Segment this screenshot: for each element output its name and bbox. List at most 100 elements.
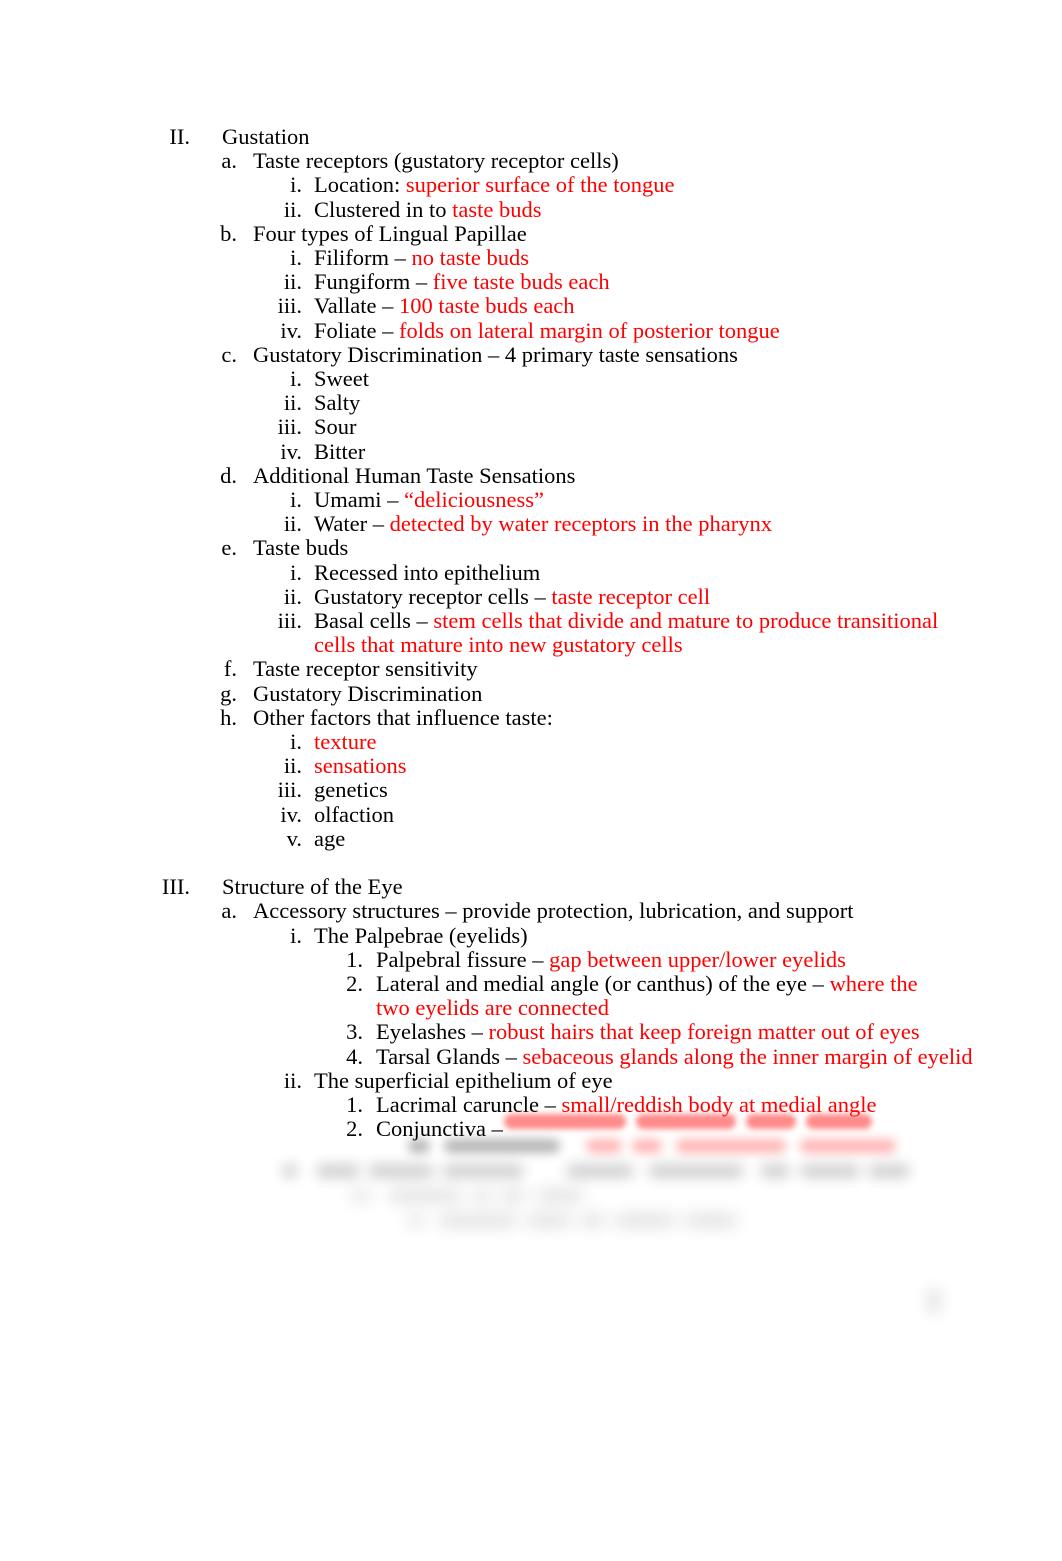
- blurred-text-line: [0, 1181, 1062, 1205]
- list-marker: iv.: [280, 801, 302, 827]
- outline-text-annotation: taste buds: [452, 196, 542, 222]
- blurred-word: [500, 1188, 526, 1202]
- outline-text: age: [314, 825, 346, 851]
- outline-item-level1: III. Structure of the Eye: [0, 874, 1062, 900]
- outline-item-level3: i. Sweet: [0, 366, 1062, 392]
- list-marker: g.: [220, 680, 237, 706]
- outline-text-black: Eyelashes –: [376, 1019, 489, 1045]
- list-marker: i.: [290, 922, 302, 948]
- outline-text: Taste receptor sensitivity: [253, 656, 478, 682]
- outline-text: Lateral and medial angle (or canthus) of…: [376, 971, 932, 1020]
- blurred-word: [352, 1188, 370, 1202]
- outline-text-black: Palpebral fissure –: [376, 946, 550, 972]
- outline-item-level1: II. Gustation: [0, 124, 1062, 149]
- list-marker: i.: [290, 245, 302, 271]
- blurred-text-line: [0, 1205, 1062, 1229]
- list-marker: iii.: [277, 608, 302, 634]
- outline-text: Clustered in to taste buds: [314, 196, 1062, 222]
- outline-text: The superficial epithelium of eye: [314, 1067, 613, 1093]
- blurred-word: [526, 1213, 572, 1227]
- list-marker: 3.: [346, 1019, 363, 1045]
- list-marker: i.: [290, 366, 302, 392]
- blurred-text-line: [0, 1156, 1062, 1180]
- outline-text: Gustation: [222, 124, 310, 149]
- outline-text: Palpebral fissure – gap between upper/lo…: [376, 946, 1062, 972]
- list-marker: 1.: [346, 946, 363, 972]
- list-marker: 4.: [346, 1043, 363, 1069]
- outline-item-level3: iv. olfaction: [0, 801, 1062, 827]
- outline-item-level2: h. Other factors that influence taste:: [0, 704, 1062, 730]
- outline-text: Foliate – folds on lateral margin of pos…: [314, 317, 1062, 343]
- blurred-word: [580, 1213, 606, 1227]
- list-marker: i.: [290, 172, 302, 198]
- outline-text-annotation: sebaceous glands along the inner margin …: [522, 1043, 973, 1069]
- outline-text: Location: superior surface of the tongue: [314, 173, 1062, 197]
- blurred-word: [282, 1164, 298, 1179]
- list-marker: i.: [290, 487, 302, 513]
- outline-text: Bitter: [314, 438, 366, 464]
- outline-text-annotation: robust hairs that keep foreign matter ou…: [488, 1019, 920, 1045]
- outline-text: Additional Human Taste Sensations: [253, 462, 576, 488]
- outline-text: Eyelashes – robust hairs that keep forei…: [376, 1020, 1062, 1044]
- outline-item-level3: i. Umami – “deliciousness”: [0, 487, 1062, 513]
- outline-text: Water – detected by water receptors in t…: [314, 512, 1062, 536]
- outline-text-black: Lacrimal caruncle –: [376, 1091, 562, 1117]
- outline-item-level2: g. Gustatory Discrimination: [0, 680, 1062, 706]
- outline-text: Sour: [314, 414, 357, 440]
- outline-text: Structure of the Eye: [222, 874, 403, 900]
- page-number-mark: [926, 1288, 942, 1314]
- list-marker: h.: [220, 704, 237, 730]
- blurred-word: [614, 1213, 676, 1227]
- outline-text-annotation: detected by water receptors in the phary…: [389, 511, 772, 537]
- outline-text-black: Water –: [314, 511, 390, 537]
- outline-text: Other factors that influence taste:: [253, 704, 553, 730]
- outline-text-black: Tarsal Glands –: [376, 1043, 523, 1069]
- outline-item-level3: iv. Foliate – folds on lateral margin of…: [0, 317, 1062, 343]
- outline-item-level3: ii. Clustered in to taste buds: [0, 196, 1062, 222]
- outline-item-level3: i. The Palpebrae (eyelids): [0, 922, 1062, 948]
- list-marker: 1.: [346, 1091, 363, 1117]
- outline-item-level4: 1. Palpebral fissure – gap between upper…: [0, 946, 1062, 972]
- list-marker: ii.: [283, 753, 302, 779]
- outline-text-black: Conjunctiva –: [376, 1116, 503, 1142]
- outline-item-level2: d. Additional Human Taste Sensations: [0, 462, 1062, 488]
- outline-text-black: Location:: [314, 172, 406, 198]
- outline-item-level3: iii. Sour: [0, 415, 1062, 439]
- blurred-word: [408, 1213, 424, 1227]
- outline-content: II. Gustation a. Taste receptors (gustat…: [0, 124, 1062, 1142]
- outline-item-level3: ii. Fungiform – five taste buds each: [0, 270, 1062, 294]
- outline-item-level4: 2. Conjunctiva –: [0, 1116, 1062, 1142]
- outline-text: Lacrimal caruncle – small/reddish body a…: [376, 1091, 1062, 1117]
- outline-item-level3: ii. Water – detected by water receptors …: [0, 512, 1062, 536]
- outline-text: Gustatory receptor cells – taste recepto…: [314, 583, 1062, 609]
- outline-text: Taste receptors (gustatory receptor cell…: [253, 148, 619, 174]
- list-marker: ii.: [283, 583, 302, 609]
- outline-item-level2: b. Four types of Lingual Papillae: [0, 220, 1062, 246]
- blurred-word: [760, 1164, 790, 1179]
- blurred-word: [536, 1188, 584, 1202]
- outline-text-black: Gustatory receptor cells –: [314, 583, 552, 609]
- outline-text: Salty: [314, 390, 361, 416]
- outline-item-level3: iii. Vallate – 100 taste buds each: [0, 294, 1062, 318]
- list-marker: iv.: [280, 438, 302, 464]
- outline-text-black: Foliate –: [314, 317, 399, 343]
- outline-text-annotation: sensations: [314, 753, 407, 779]
- list-marker: ii.: [283, 390, 302, 416]
- blurred-word: [472, 1188, 492, 1202]
- blurred-word: [868, 1164, 910, 1179]
- outline-text-annotation: gap between upper/lower eyelids: [549, 946, 846, 972]
- outline-text-black: Filiform –: [314, 245, 412, 271]
- list-marker: ii.: [283, 269, 302, 295]
- outline-item-level3: iii. genetics: [0, 778, 1062, 802]
- outline-item-level2: f. Taste receptor sensitivity: [0, 657, 1062, 681]
- outline-item-level4: 2. Lateral and medial angle (or canthus)…: [0, 971, 1062, 1020]
- outline-text: Four types of Lingual Papillae: [253, 220, 527, 246]
- outline-text: Fungiform – five taste buds each: [314, 270, 1062, 294]
- outline-text-annotation: folds on lateral margin of posterior ton…: [399, 317, 780, 343]
- outline-text: Gustatory Discrimination: [253, 680, 483, 706]
- list-marker: c.: [221, 341, 237, 367]
- list-marker: ii.: [283, 1067, 302, 1093]
- list-marker: iii.: [277, 293, 302, 319]
- blurred-word: [442, 1164, 524, 1179]
- outline-text: Filiform – no taste buds: [314, 245, 1062, 271]
